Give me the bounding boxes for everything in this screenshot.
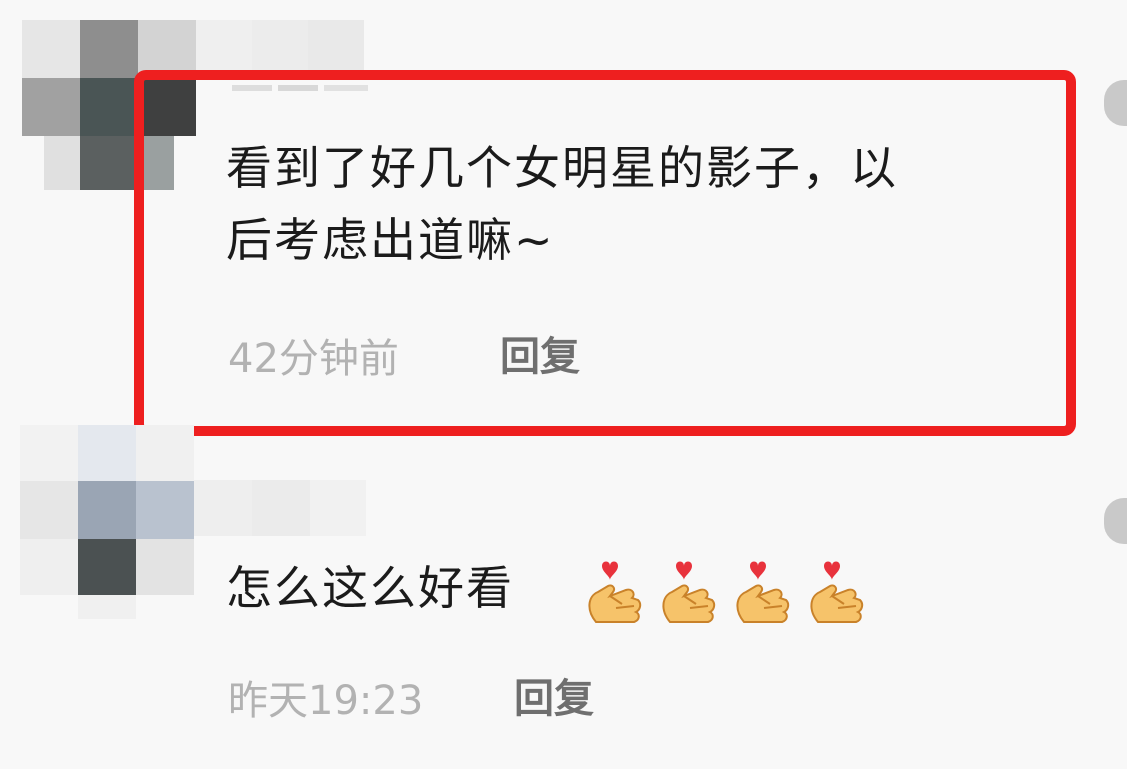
comment-list: 看到了好几个女明星的影子，以 后考虑出道嘛~ 42分钟前 回复 怎么这么好看 昨… bbox=[0, 0, 1127, 769]
username-blur bbox=[232, 85, 368, 91]
more-handle-icon[interactable] bbox=[1104, 498, 1127, 544]
avatar[interactable] bbox=[0, 425, 200, 625]
username-mosaic bbox=[252, 20, 364, 70]
finger-heart-icon bbox=[662, 561, 716, 623]
finger-heart-icon bbox=[736, 561, 790, 623]
comment-text: 怎么这么好看 bbox=[226, 561, 514, 615]
finger-heart-icon bbox=[588, 561, 642, 623]
comment-timestamp: 昨天19:23 bbox=[228, 678, 424, 724]
comment-text-line-1: 看到了好几个女明星的影子，以 bbox=[226, 141, 898, 195]
comment-timestamp: 42分钟前 bbox=[228, 336, 399, 382]
reply-button[interactable]: 回复 bbox=[500, 324, 580, 382]
reply-button[interactable]: 回复 bbox=[514, 666, 594, 724]
username-mosaic bbox=[194, 480, 366, 536]
finger-heart-icon bbox=[810, 561, 864, 623]
comment-text-line-2: 后考虑出道嘛~ bbox=[226, 213, 555, 267]
more-handle-icon[interactable] bbox=[1104, 80, 1127, 126]
